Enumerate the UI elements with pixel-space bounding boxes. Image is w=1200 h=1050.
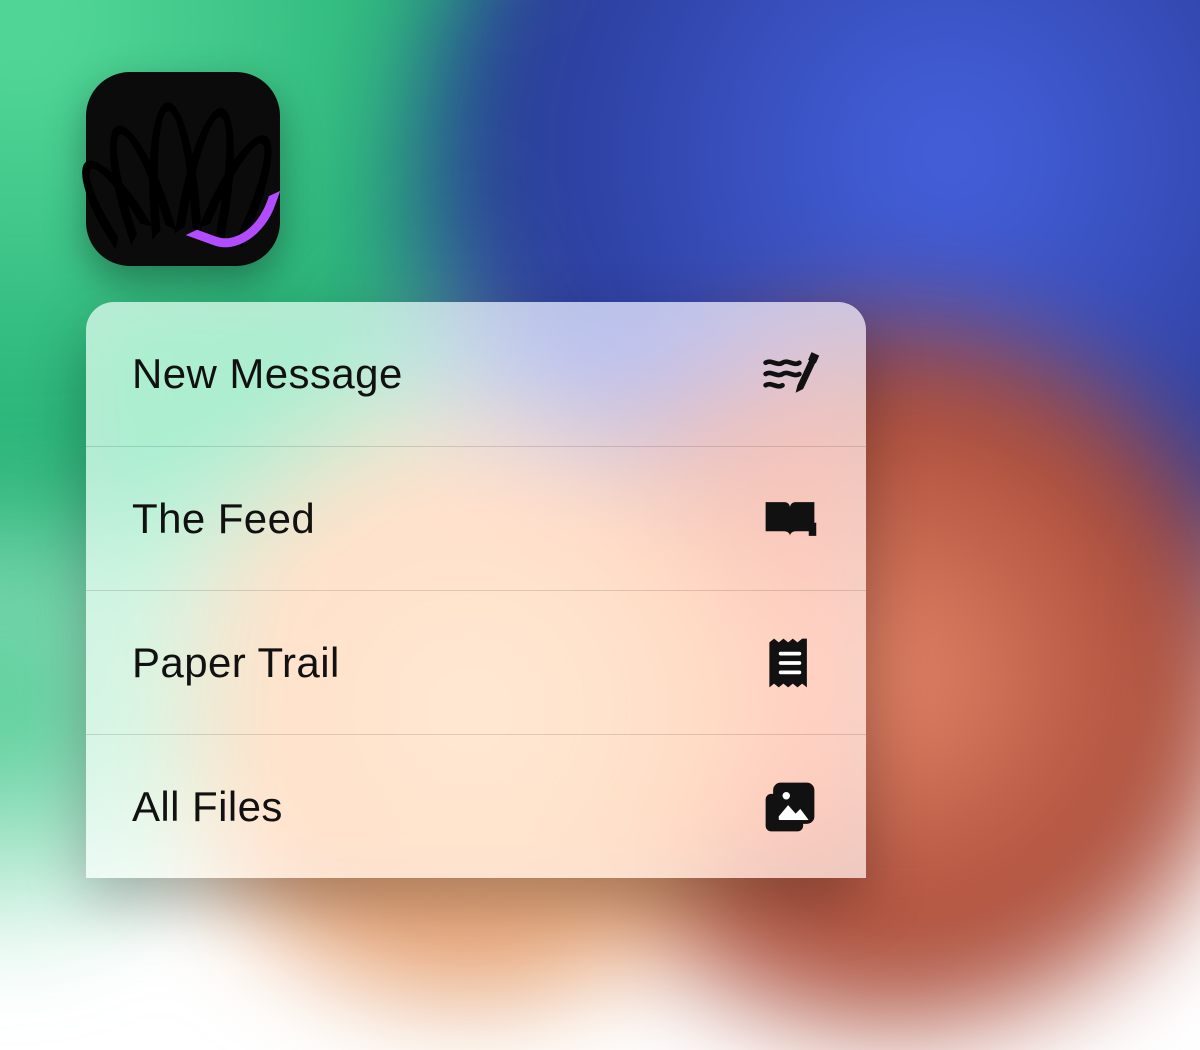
- quick-action-label: All Files: [132, 783, 283, 831]
- receipt-icon: [760, 633, 820, 693]
- gallery-stack-icon: [760, 777, 820, 837]
- quick-action-label: New Message: [132, 350, 403, 398]
- rainbow-hand-icon: [108, 98, 258, 248]
- quick-action-paper-trail[interactable]: Paper Trail: [86, 590, 866, 734]
- app-icon[interactable]: [86, 72, 280, 266]
- compose-icon: [760, 344, 820, 404]
- quick-action-all-files[interactable]: All Files: [86, 734, 866, 878]
- book-open-icon: [760, 489, 820, 549]
- quick-action-label: Paper Trail: [132, 639, 340, 687]
- quick-action-the-feed[interactable]: The Feed: [86, 446, 866, 590]
- quick-action-new-message[interactable]: New Message: [86, 302, 866, 446]
- quick-actions-menu: New Message The Feed: [86, 302, 866, 878]
- quick-action-label: The Feed: [132, 495, 315, 543]
